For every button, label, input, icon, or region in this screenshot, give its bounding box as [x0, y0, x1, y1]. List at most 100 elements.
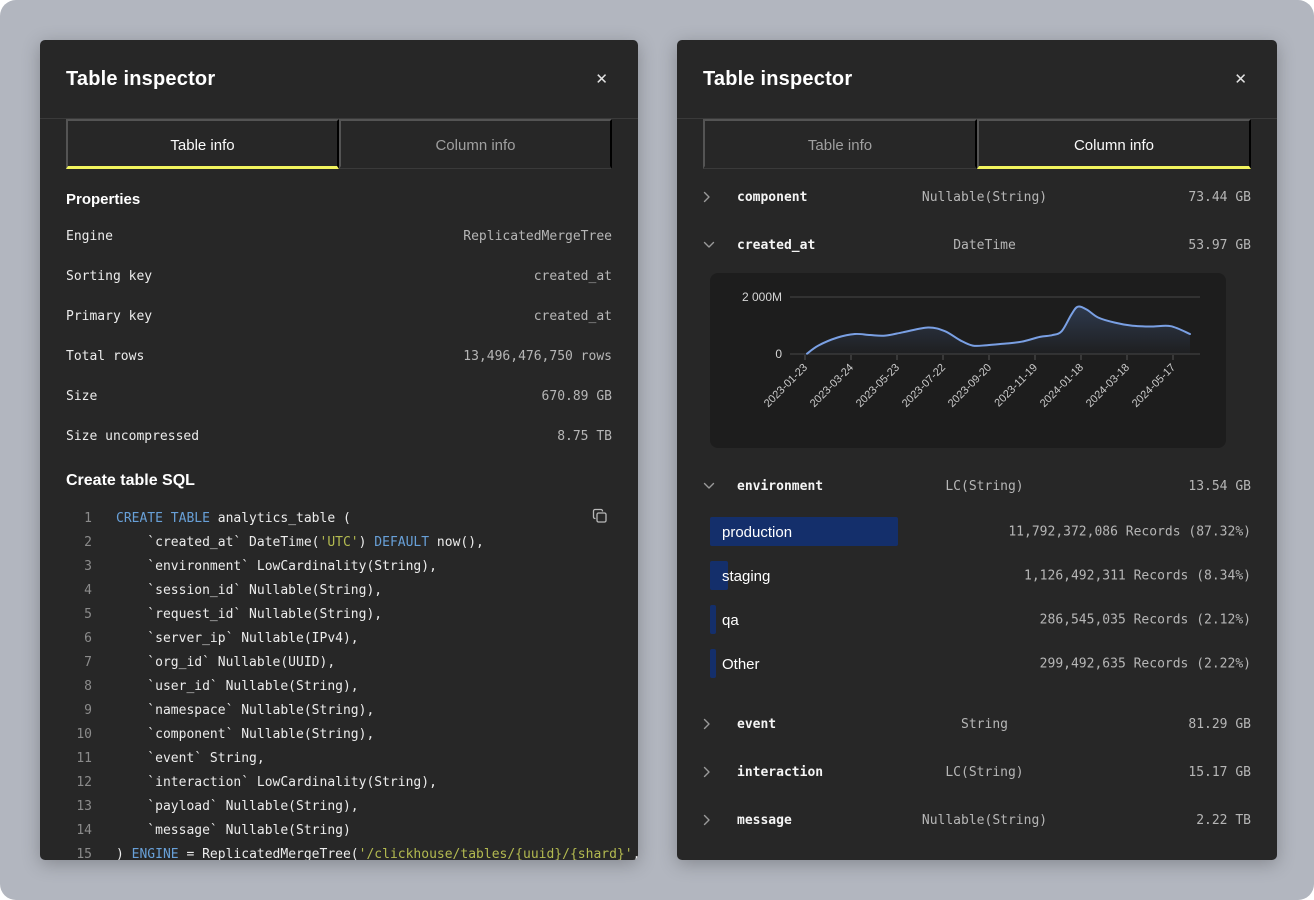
line-number: 6	[66, 631, 92, 646]
environment-value-row: production 11,792,372,086 Records (87.32…	[703, 510, 1251, 554]
tab[interactable]: Column info	[977, 119, 1251, 169]
sql-code-line: 6 `server_ip` Nullable(IPv4),	[66, 626, 612, 650]
chevron-icon[interactable]	[703, 191, 737, 203]
sql-token: 'UTC'	[320, 535, 359, 550]
svg-text:2023-07-22: 2023-07-22	[900, 362, 948, 410]
sql-code-line: 13 `payload` Nullable(String),	[66, 794, 612, 818]
sql-token: )	[359, 535, 375, 550]
column-size: 73.44 GB	[1092, 190, 1251, 205]
tab-bar: Table info Column info	[703, 119, 1251, 169]
dialog-header: Table inspector ✕	[40, 40, 638, 119]
tab[interactable]: Table info	[66, 119, 339, 169]
chevron-icon[interactable]	[703, 482, 737, 490]
sql-code-line: 10 `component` Nullable(String),	[66, 722, 612, 746]
sql-code-text: `created_at` DateTime('UTC') DEFAULT now…	[116, 535, 484, 550]
sql-code-line: 14 `message` Nullable(String)	[66, 818, 612, 842]
column-size: 15.17 GB	[1092, 765, 1251, 780]
column-type: LC(String)	[877, 765, 1092, 780]
sql-token: `payload` Nullable(String),	[116, 799, 359, 814]
sql-token: `request_id` Nullable(String),	[116, 607, 382, 622]
column-size: 53.97 GB	[1092, 238, 1251, 253]
line-number: 14	[66, 823, 92, 838]
sql-code-text: ) ENGINE = ReplicatedMergeTree('/clickho…	[116, 847, 638, 861]
tab[interactable]: Column info	[339, 119, 612, 169]
tab-label: Column info	[1074, 137, 1154, 154]
line-number: 8	[66, 679, 92, 694]
line-number: 5	[66, 607, 92, 622]
sql-code-text: `user_id` Nullable(String),	[116, 679, 359, 694]
column-row[interactable]: environment LC(String) 13.54 GB	[703, 462, 1251, 510]
sql-token: `user_id` Nullable(String),	[116, 679, 359, 694]
property-row: Primary key created_at	[66, 296, 612, 336]
dialog-title: Table inspector	[703, 68, 852, 91]
sql-code-text: `component` Nullable(String),	[116, 727, 374, 742]
chevron-icon[interactable]	[703, 241, 737, 249]
sql-token: `namespace` Nullable(String),	[116, 703, 374, 718]
column-name: interaction	[737, 765, 877, 780]
line-number: 9	[66, 703, 92, 718]
column-type: LC(String)	[877, 479, 1092, 494]
svg-text:2023-09-20: 2023-09-20	[946, 362, 994, 410]
sql-code-block: 1 CREATE TABLE analytics_table ( 2 `crea…	[66, 506, 612, 860]
column-row[interactable]: created_at DateTime 53.97 GB	[703, 221, 1251, 269]
value-label: staging	[722, 568, 770, 585]
sql-code-line: 12 `interaction` LowCardinality(String),	[66, 770, 612, 794]
column-type: DateTime	[877, 238, 1092, 253]
tab[interactable]: Table info	[703, 119, 977, 169]
sql-token: `event` String,	[116, 751, 265, 766]
svg-text:2023-05-23: 2023-05-23	[854, 362, 902, 410]
column-name: environment	[737, 479, 877, 494]
sql-token: `session_id` Nullable(String),	[116, 583, 382, 598]
close-icon[interactable]: ✕	[591, 68, 612, 91]
line-number: 13	[66, 799, 92, 814]
property-label: Size uncompressed	[66, 429, 199, 444]
property-value: 8.75 TB	[557, 429, 612, 444]
properties-heading: Properties	[66, 191, 612, 208]
column-size: 13.54 GB	[1092, 479, 1251, 494]
svg-text:2023-01-23: 2023-01-23	[762, 362, 810, 410]
tab-label: Column info	[435, 137, 515, 154]
property-row: Total rows 13,496,476,750 rows	[66, 336, 612, 376]
svg-text:2 000M: 2 000M	[742, 290, 782, 304]
property-row: Size uncompressed 8.75 TB	[66, 416, 612, 456]
create-table-sql-heading: Create table SQL	[66, 472, 612, 490]
sql-code-text: `namespace` Nullable(String),	[116, 703, 374, 718]
sql-token: `org_id` Nullable(UUID),	[116, 655, 335, 670]
sql-token: '/clickhouse/tables/{uuid}/{shard}'	[359, 847, 633, 861]
sql-code-text: `interaction` LowCardinality(String),	[116, 775, 437, 790]
chevron-icon[interactable]	[703, 766, 737, 778]
sql-code-text: `session_id` Nullable(String),	[116, 583, 382, 598]
value-bar	[710, 605, 716, 634]
line-number: 4	[66, 583, 92, 598]
close-icon[interactable]: ✕	[1230, 68, 1251, 91]
sql-token: analytics_table (	[210, 511, 351, 526]
column-row[interactable]: message Nullable(String) 2.22 TB	[703, 796, 1251, 844]
table-info-content: Properties Engine ReplicatedMergeTree So…	[40, 191, 638, 860]
chevron-icon[interactable]	[703, 718, 737, 730]
sql-token: `created_at` DateTime(	[116, 535, 320, 550]
column-row[interactable]: interaction LC(String) 15.17 GB	[703, 748, 1251, 796]
line-number: 2	[66, 535, 92, 550]
column-row[interactable]: component Nullable(String) 73.44 GB	[703, 173, 1251, 221]
sql-token: ,	[633, 847, 638, 861]
line-number: 10	[66, 727, 92, 742]
column-name: message	[737, 813, 877, 828]
line-number: 15	[66, 847, 92, 861]
sql-code-text: `org_id` Nullable(UUID),	[116, 655, 335, 670]
created-at-distribution-chart: 2 000M02023-01-232023-03-242023-05-23202…	[710, 273, 1226, 448]
copy-icon[interactable]	[590, 506, 610, 529]
value-label: production	[722, 524, 792, 541]
property-value: 670.89 GB	[542, 389, 612, 404]
screenshot-stage: Table inspector ✕ Table infoColumn info …	[0, 0, 1314, 900]
column-name: component	[737, 190, 877, 205]
environment-value-row: qa 286,545,035 Records (2.12%)	[703, 598, 1251, 642]
chevron-icon[interactable]	[703, 814, 737, 826]
sql-code-text: `payload` Nullable(String),	[116, 799, 359, 814]
column-row[interactable]: event String 81.29 GB	[703, 700, 1251, 748]
line-number: 1	[66, 511, 92, 526]
sql-token: `component` Nullable(String),	[116, 727, 374, 742]
sql-code-line: 3 `environment` LowCardinality(String),	[66, 554, 612, 578]
value-label: Other	[722, 656, 760, 673]
value-bar	[710, 649, 716, 678]
value-records: 1,126,492,311 Records (8.34%)	[1024, 569, 1251, 584]
